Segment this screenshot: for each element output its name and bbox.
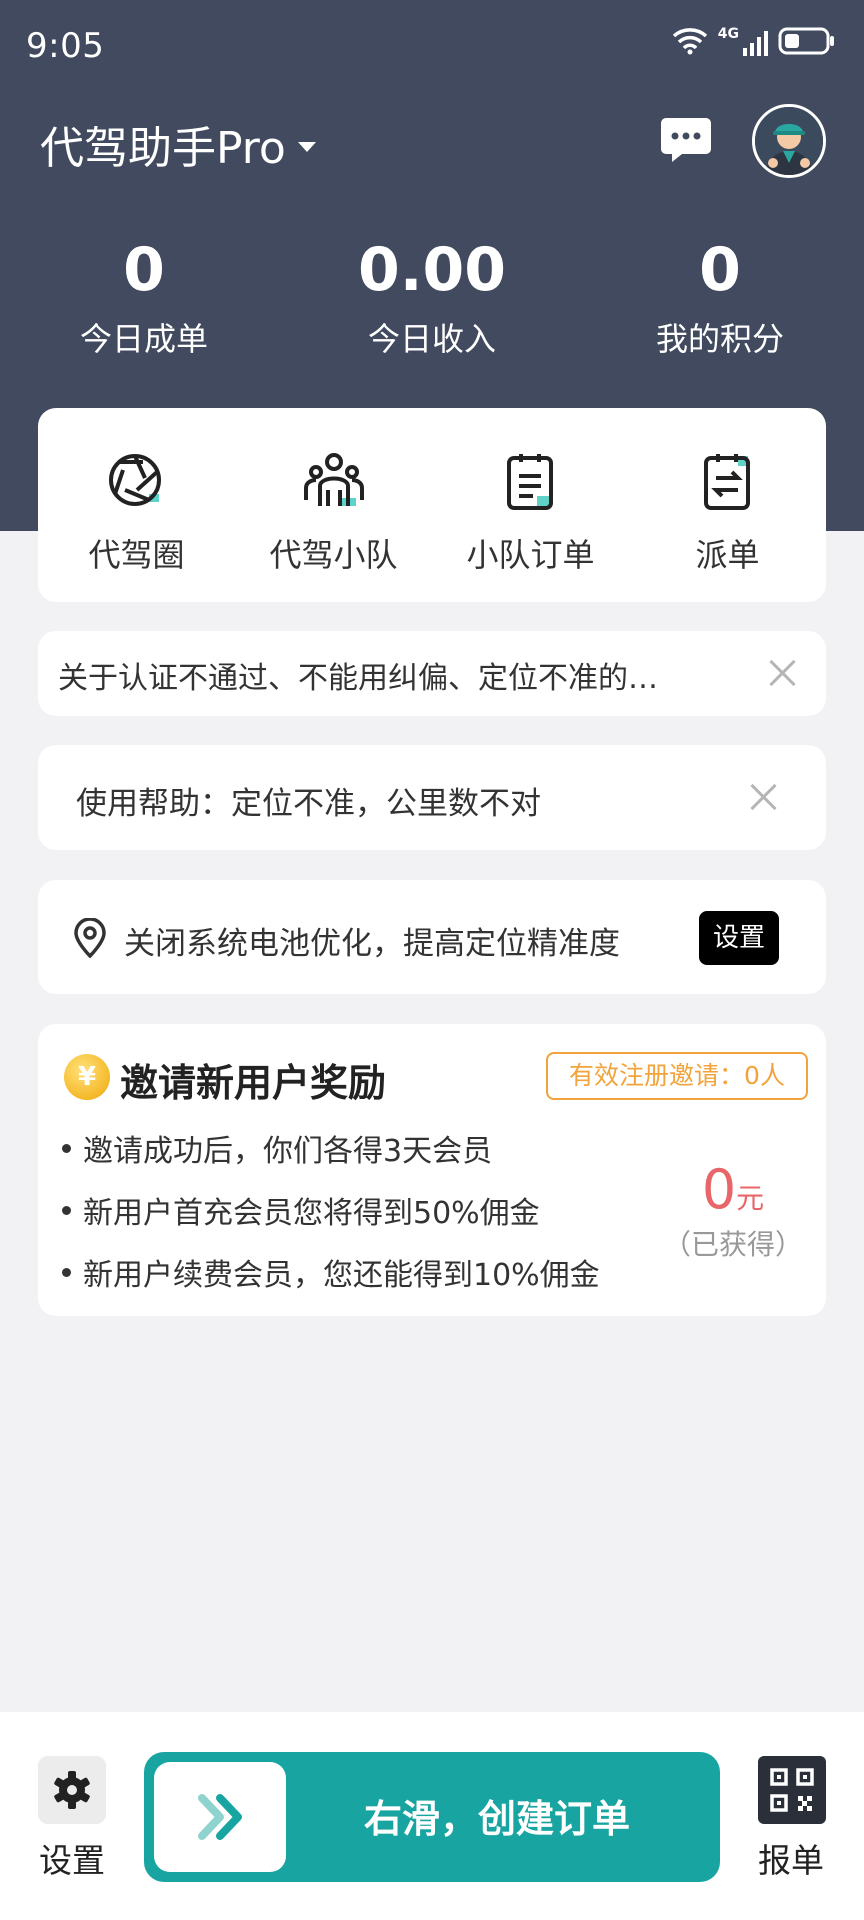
slide-create-order[interactable]: 右滑，创建订单: [144, 1752, 720, 1882]
stat-income[interactable]: 0.00 今日收入: [288, 228, 576, 360]
invite-reward-card[interactable]: ¥ 邀请新用户奖励 有效注册邀请：0人 邀请成功后，你们各得3天会员 新用户首充…: [38, 1024, 826, 1316]
stat-orders[interactable]: 0 今日成单: [0, 228, 288, 360]
quick-action-team-orders[interactable]: 小队订单: [432, 408, 629, 602]
clipboard-list-icon: [506, 454, 553, 510]
battery-settings-button[interactable]: 设置: [699, 911, 779, 965]
close-icon[interactable]: [766, 656, 800, 690]
aperture-icon: [108, 454, 161, 506]
announcement-text: 关于认证不通过、不能用纠偏、定位不准的…: [58, 661, 658, 696]
quick-action-label: 代驾小队: [269, 536, 398, 574]
status-time: 9:05: [26, 26, 105, 66]
app-title: 代驾助手Pro: [40, 123, 286, 174]
stat-value: 0: [699, 235, 741, 305]
qr-code-icon: [770, 1768, 814, 1812]
app-switcher[interactable]: 代驾助手Pro: [40, 112, 316, 176]
settings-button[interactable]: [38, 1756, 106, 1824]
reward-earned: 0元 （已获得）: [658, 1158, 808, 1263]
bullet-dot: [62, 1143, 71, 1153]
location-pin-icon: [74, 918, 106, 958]
battery-optimization-tip: 关闭系统电池优化，提高定位精准度 设置: [38, 880, 826, 994]
team-icon: [303, 453, 364, 506]
quick-action-team[interactable]: 代驾小队: [235, 408, 432, 602]
reward-amount: 0元: [701, 1158, 765, 1221]
settings-label: 设置: [39, 1841, 105, 1880]
help-text: 使用帮助：定位不准，公里数不对: [76, 786, 541, 822]
stat-label: 今日成单: [79, 320, 208, 358]
slide-label: 右滑，创建订单: [364, 1797, 631, 1841]
bullet-dot: [62, 1205, 71, 1215]
avatar[interactable]: [752, 104, 826, 178]
invite-title: 邀请新用户奖励: [120, 1061, 387, 1105]
coin-icon: ¥: [64, 1054, 110, 1100]
help-notice[interactable]: 使用帮助：定位不准，公里数不对: [38, 745, 826, 850]
report-label: 报单: [758, 1841, 824, 1880]
today-stats: 0 今日成单 0.00 今日收入 0 我的积分: [0, 228, 864, 360]
bullet-dot: [62, 1267, 71, 1277]
stat-label: 今日收入: [367, 320, 496, 358]
status-bar: 9:05 4G: [0, 0, 864, 96]
reward-note: （已获得）: [662, 1228, 803, 1261]
close-icon[interactable]: [747, 780, 781, 814]
battery-tip-text: 关闭系统电池优化，提高定位精准度: [124, 926, 620, 962]
invite-bullet: 邀请成功后，你们各得3天会员: [62, 1126, 492, 1170]
quick-action-label: 派单: [695, 536, 760, 574]
slide-handle[interactable]: [154, 1762, 286, 1872]
report-button[interactable]: [758, 1756, 826, 1824]
quick-action-driving-circle[interactable]: 代驾圈: [38, 408, 235, 602]
invite-count-badge: 有效注册邀请：0人: [546, 1052, 808, 1100]
invite-bullet: 新用户续费会员，您还能得到10%佣金: [62, 1250, 600, 1294]
caret-down-icon: [297, 142, 316, 152]
battery-icon: [778, 27, 834, 55]
quick-actions: 代驾圈 代驾小队 小队订单 派单: [38, 408, 826, 602]
message-icon[interactable]: [660, 116, 712, 164]
announcement-notice[interactable]: 关于认证不通过、不能用纠偏、定位不准的…: [38, 631, 826, 716]
stat-value: 0: [123, 235, 165, 305]
stat-label: 我的积分: [655, 320, 784, 358]
stat-value: 0.00: [357, 235, 507, 305]
stat-points[interactable]: 0 我的积分: [576, 228, 864, 360]
invite-bullet: 新用户首充会员您将得到50%佣金: [62, 1188, 540, 1232]
wifi-icon: [672, 28, 707, 55]
gear-icon: [54, 1771, 90, 1809]
bottom-bar: 设置 右滑，创建订单 报单: [0, 1712, 864, 1920]
driver-avatar-icon: [755, 107, 823, 175]
quick-action-label: 小队订单: [466, 536, 595, 574]
double-chevron-right-icon: [198, 1794, 242, 1840]
status-icons: 4G: [672, 26, 836, 56]
clipboard-dispatch-icon: [703, 454, 750, 510]
network-4g-icon: 4G: [718, 26, 768, 56]
signal-icon: [743, 31, 768, 56]
quick-action-label: 代驾圈: [88, 536, 185, 574]
quick-action-dispatch[interactable]: 派单: [629, 408, 826, 602]
